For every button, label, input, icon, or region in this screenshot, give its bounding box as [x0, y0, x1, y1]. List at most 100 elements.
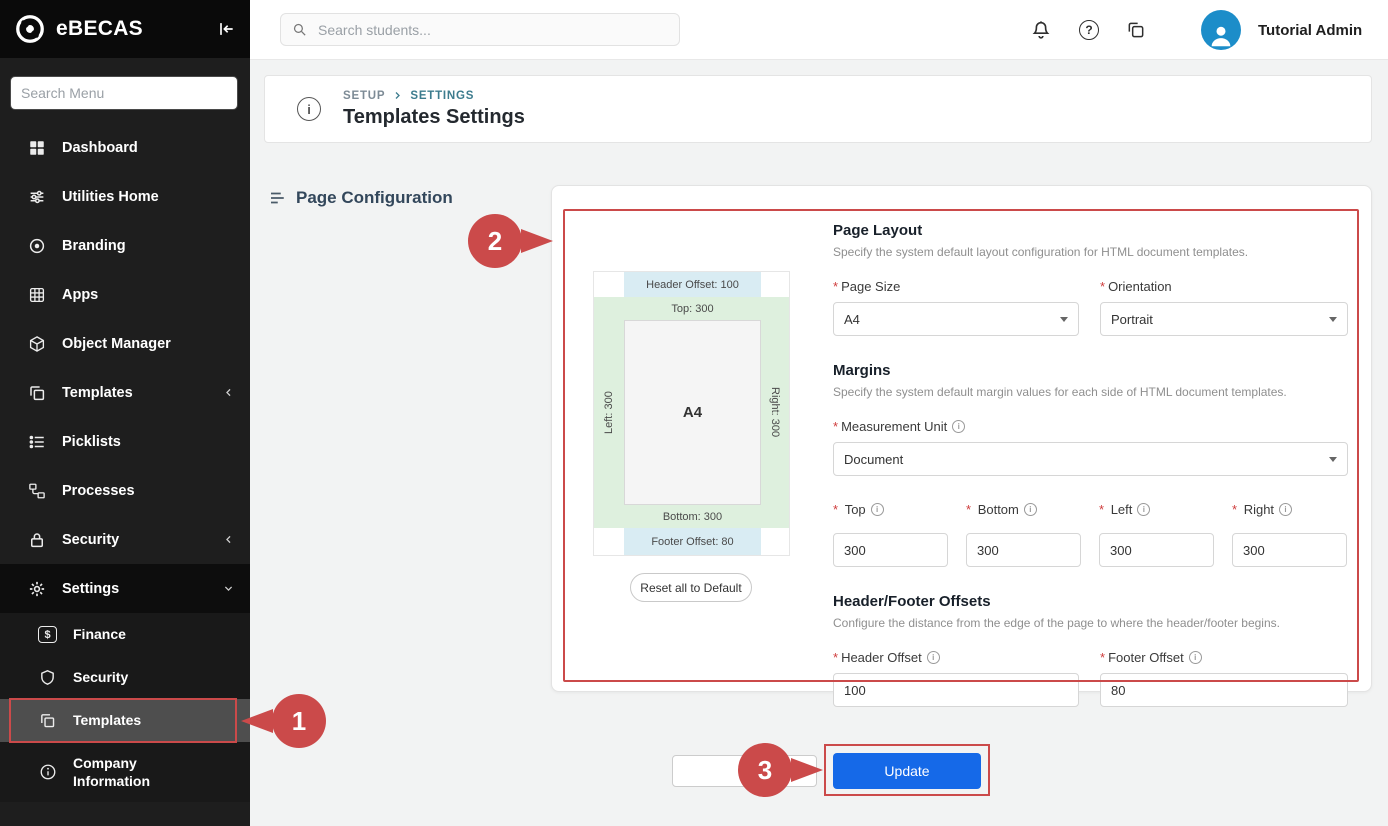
topbar: ? Tutorial Admin: [250, 0, 1388, 60]
student-search-input[interactable]: [316, 21, 669, 39]
breadcrumb-setup[interactable]: SETUP: [343, 90, 385, 102]
left-margin-input[interactable]: [1099, 533, 1214, 567]
info-icon: i: [952, 420, 965, 433]
sidebar-item-branding[interactable]: Branding: [0, 221, 250, 270]
sidebar-item-security[interactable]: Security: [0, 515, 250, 564]
sidebar-search-input[interactable]: [10, 76, 238, 110]
sidebar-item-dashboard[interactable]: Dashboard: [0, 123, 250, 172]
sidebar: eBECAS Dashboard Utilities Home Branding: [0, 0, 250, 826]
chevron-down-icon: [1329, 457, 1337, 462]
sidebar-subitem-templates[interactable]: Templates: [0, 699, 250, 742]
preview-top-margin: Top: 300: [624, 297, 761, 320]
info-icon: i: [871, 503, 884, 516]
app-title: eBECAS: [56, 17, 206, 41]
header-offset-input[interactable]: [833, 673, 1079, 707]
offsets-heading: Header/Footer Offsets: [833, 593, 1348, 610]
info-icon: i: [1189, 651, 1202, 664]
sidebar-subitem-security[interactable]: Security: [0, 656, 250, 699]
sidebar-item-label: Picklists: [62, 434, 236, 450]
preview-footer-offset: Footer Offset: 80: [624, 528, 761, 555]
info-icon: i: [297, 97, 321, 121]
margins-description: Specify the system default margin values…: [833, 385, 1348, 399]
top-margin-label: * Topi: [833, 502, 948, 517]
breadcrumb-settings[interactable]: SETTINGS: [410, 90, 474, 102]
list-lines-icon: [268, 189, 286, 207]
section-header: Page Configuration: [268, 188, 453, 208]
sidebar-item-apps[interactable]: Apps: [0, 270, 250, 319]
orientation-select[interactable]: Portrait: [1100, 302, 1348, 336]
gear-icon: [27, 580, 47, 598]
sidebar-item-picklists[interactable]: Picklists: [0, 417, 250, 466]
sidebar-search: [10, 76, 238, 110]
sidebar-subitem-company-information[interactable]: Company Information: [0, 742, 250, 802]
preview-page-label: A4: [624, 320, 761, 505]
sidebar-header: eBECAS: [0, 0, 250, 58]
page-preview-diagram: Header Offset: 100 Top: 300 Left: 300 Ri…: [593, 271, 790, 556]
chevron-left-icon: [221, 532, 236, 547]
info-icon: i: [1137, 503, 1150, 516]
sidebar-collapse-icon[interactable]: [216, 19, 236, 39]
preview-bottom-margin: Bottom: 300: [624, 505, 761, 528]
preview-right-margin: Right: 300: [761, 297, 789, 528]
help-icon[interactable]: ?: [1075, 16, 1103, 44]
info-icon: [38, 763, 57, 781]
sidebar-item-templates[interactable]: Templates: [0, 368, 250, 417]
sidebar-subitem-label: Security: [73, 668, 128, 686]
reset-all-to-default-button[interactable]: Reset all to Default: [630, 573, 752, 602]
sidebar-item-label: Settings: [62, 581, 206, 597]
sidebar-item-label: Apps: [62, 287, 236, 303]
sidebar-item-label: Branding: [62, 238, 236, 254]
sidebar-item-object-manager[interactable]: Object Manager: [0, 319, 250, 368]
cancel-button[interactable]: [672, 755, 817, 787]
right-margin-label: * Righti: [1232, 502, 1347, 517]
page-layout-heading: Page Layout: [833, 222, 1348, 239]
preview-header-offset: Header Offset: 100: [624, 272, 761, 297]
page-size-select[interactable]: A4: [833, 302, 1079, 336]
ebecas-logo-icon: [14, 13, 46, 45]
chevron-right-icon: [393, 91, 402, 100]
sidebar-subitem-label: Templates: [73, 711, 141, 729]
page-header-card: i SETUP SETTINGS Templates Settings: [264, 75, 1372, 143]
cube-icon: [27, 335, 47, 353]
lock-icon: [27, 531, 47, 549]
measurement-unit-select[interactable]: Document: [833, 442, 1348, 476]
search-icon: [291, 21, 308, 38]
sidebar-item-label: Templates: [62, 385, 206, 401]
footer-offset-input[interactable]: [1100, 673, 1348, 707]
page-configuration-card: Header Offset: 100 Top: 300 Left: 300 Ri…: [551, 185, 1372, 692]
page-layout-description: Specify the system default layout config…: [833, 245, 1348, 259]
chevron-down-icon: [221, 581, 236, 596]
page-size-label: *Page Size: [833, 279, 1079, 294]
update-button[interactable]: Update: [833, 753, 981, 789]
info-icon: i: [927, 651, 940, 664]
dashboard-icon: [27, 139, 47, 157]
chevron-down-icon: [1060, 317, 1068, 322]
info-icon: i: [1024, 503, 1037, 516]
sidebar-item-utilities-home[interactable]: Utilities Home: [0, 172, 250, 221]
measurement-unit-label: *Measurement Uniti: [833, 419, 1348, 434]
bottom-margin-input[interactable]: [966, 533, 1081, 567]
apps-grid-icon: [27, 286, 47, 304]
settings-submenu: $ Finance Security Templates Company Inf…: [0, 613, 250, 802]
user-name[interactable]: Tutorial Admin: [1258, 0, 1362, 60]
sidebar-item-label: Processes: [62, 483, 236, 499]
user-avatar[interactable]: [1201, 10, 1241, 50]
sidebar-subitem-finance[interactable]: $ Finance: [0, 613, 250, 656]
topbar-search: [280, 13, 680, 46]
preview-left-margin: Left: 300: [594, 297, 624, 528]
sidebar-item-label: Dashboard: [62, 140, 236, 156]
orientation-label: *Orientation: [1100, 279, 1348, 294]
left-margin-label: * Lefti: [1099, 502, 1214, 517]
footer-offset-label: *Footer Offseti: [1100, 650, 1348, 665]
notifications-bell-icon[interactable]: [1027, 16, 1055, 44]
right-margin-input[interactable]: [1232, 533, 1347, 567]
bottom-margin-label: * Bottomi: [966, 502, 1081, 517]
templates-copy-icon: [38, 712, 57, 729]
windows-overlap-icon[interactable]: [1122, 16, 1150, 44]
sidebar-item-processes[interactable]: Processes: [0, 466, 250, 515]
sidebar-menu: Dashboard Utilities Home Branding Apps O…: [0, 123, 250, 802]
breadcrumb: SETUP SETTINGS: [343, 90, 525, 102]
sidebar-item-settings[interactable]: Settings: [0, 564, 250, 613]
list-icon: [27, 433, 47, 451]
top-margin-input[interactable]: [833, 533, 948, 567]
